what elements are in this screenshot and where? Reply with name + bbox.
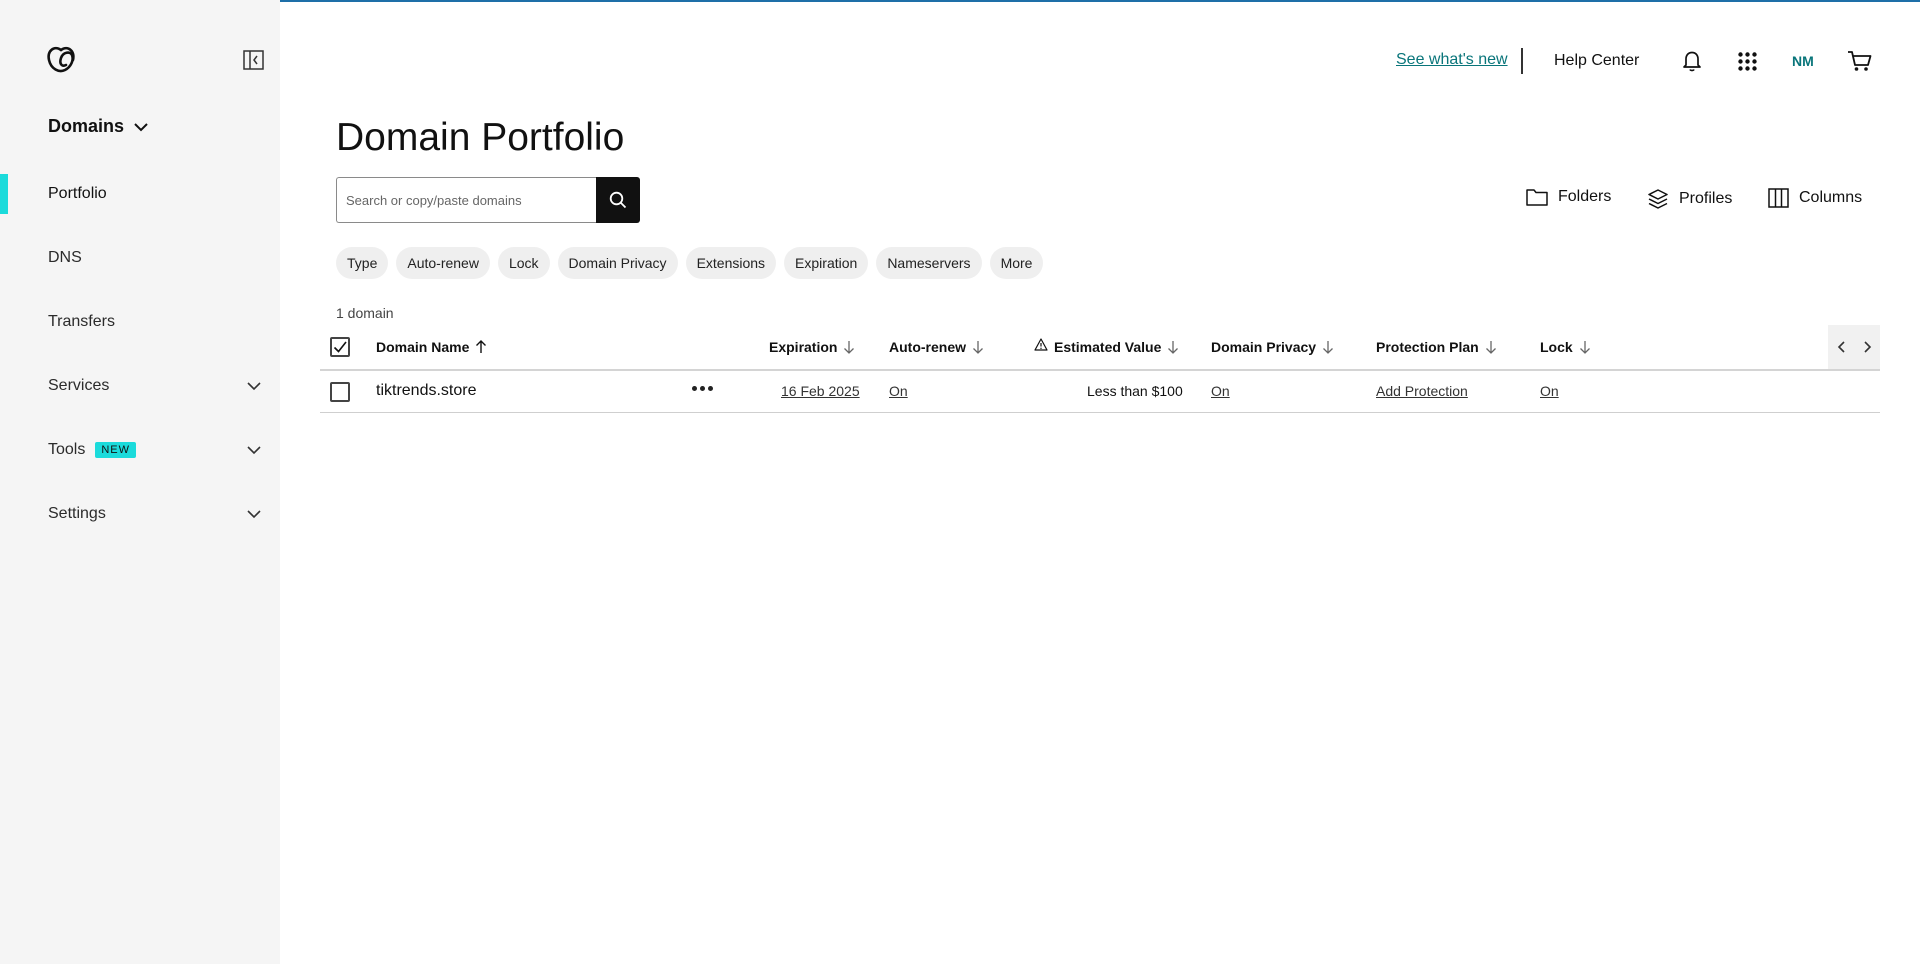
filter-chips: Type Auto-renew Lock Domain Privacy Exte… xyxy=(336,247,1044,279)
bell-icon[interactable] xyxy=(1682,50,1702,72)
folder-icon xyxy=(1526,189,1548,206)
columns-button[interactable]: Columns xyxy=(1768,188,1862,208)
filter-chip-extensions[interactable]: Extensions xyxy=(685,247,777,279)
folders-button[interactable]: Folders xyxy=(1526,188,1611,206)
table-row: tiktrends.store 16 Feb 2025 On Less than… xyxy=(320,372,1880,413)
column-header-label: Expiration xyxy=(769,339,838,355)
whats-new-link[interactable]: See what's new xyxy=(1396,51,1508,69)
chevron-down-icon xyxy=(247,510,261,519)
filter-chip-expiration[interactable]: Expiration xyxy=(784,247,869,279)
sort-desc-icon xyxy=(1579,341,1590,354)
sidebar-item-label: Tools xyxy=(48,441,86,458)
sidebar-item-dns[interactable]: DNS xyxy=(0,238,280,278)
folders-label: Folders xyxy=(1558,188,1612,205)
domains-menu-label: Domains xyxy=(48,116,125,136)
account-avatar[interactable]: NM xyxy=(1792,53,1814,69)
chevron-left-icon xyxy=(1837,341,1845,353)
godaddy-logo[interactable] xyxy=(46,46,76,74)
sidebar-item-transfers[interactable]: Transfers xyxy=(0,302,280,342)
domain-count: 1 domain xyxy=(336,305,394,321)
checkmark-icon xyxy=(333,341,347,353)
sidebar-item-services[interactable]: Services xyxy=(0,366,280,406)
search-input[interactable] xyxy=(336,177,596,223)
more-dot xyxy=(692,386,697,391)
sidebar-item-label: Portfolio xyxy=(48,185,107,202)
column-header-label: Protection Plan xyxy=(1376,339,1479,355)
page-title: Domain Portfolio xyxy=(336,116,625,159)
domain-name-link[interactable]: tiktrends.store xyxy=(376,382,476,400)
filter-chip-lock[interactable]: Lock xyxy=(497,247,550,279)
chevron-down-icon xyxy=(134,122,148,131)
column-header-estimated-value[interactable]: Estimated Value xyxy=(1034,337,1179,355)
domains-menu-toggle[interactable]: Domains xyxy=(48,116,148,137)
column-header-domain-name[interactable]: Domain Name xyxy=(376,339,487,355)
sort-desc-icon xyxy=(1323,341,1334,354)
sidebar-item-label: Services xyxy=(48,377,110,394)
sidebar-item-label: Settings xyxy=(48,505,106,522)
sidebar-item-label: Transfers xyxy=(48,313,115,330)
column-header-label: Lock xyxy=(1540,339,1573,355)
header-divider xyxy=(1521,48,1523,74)
lock-link[interactable]: On xyxy=(1540,383,1559,399)
column-header-label: Estimated Value xyxy=(1054,339,1162,355)
sort-desc-icon xyxy=(1485,341,1496,354)
chevron-down-icon xyxy=(247,446,261,455)
column-header-label: Auto-renew xyxy=(889,339,966,355)
cart-icon[interactable] xyxy=(1847,50,1872,72)
scroll-left-button[interactable] xyxy=(1837,341,1846,353)
search-button[interactable] xyxy=(596,177,640,223)
sidebar: Domains Portfolio DNS Transfers Services… xyxy=(0,0,280,964)
top-progress-line xyxy=(0,0,1920,2)
column-header-domain-privacy[interactable]: Domain Privacy xyxy=(1211,339,1334,355)
filter-chip-nameservers[interactable]: Nameservers xyxy=(876,247,982,279)
filter-chip-domain-privacy[interactable]: Domain Privacy xyxy=(557,247,678,279)
more-dot xyxy=(708,386,713,391)
sort-desc-icon xyxy=(973,341,983,354)
column-header-protection-plan[interactable]: Protection Plan xyxy=(1376,339,1497,355)
sidebar-item-tools[interactable]: Tools NEW xyxy=(0,430,280,470)
help-center-link[interactable]: Help Center xyxy=(1554,52,1639,70)
chevron-right-icon xyxy=(1863,341,1871,353)
filter-chip-type[interactable]: Type xyxy=(336,247,389,279)
column-header-auto-renew[interactable]: Auto-renew xyxy=(889,339,984,355)
new-badge: NEW xyxy=(95,442,137,458)
estimated-value: Less than $100 xyxy=(1087,383,1183,399)
warning-icon xyxy=(1034,337,1048,351)
sidebar-item-settings[interactable]: Settings xyxy=(0,494,280,534)
more-dot xyxy=(700,386,705,391)
column-header-expiration[interactable]: Expiration xyxy=(769,339,855,355)
table-header: Domain Name Expiration Auto-renew Estima… xyxy=(320,325,1880,371)
column-scroll-controls xyxy=(1828,325,1880,369)
row-actions-menu-button[interactable] xyxy=(690,380,715,397)
sort-desc-icon xyxy=(844,341,855,354)
layers-icon xyxy=(1648,189,1668,209)
auto-renew-link[interactable]: On xyxy=(889,383,908,399)
scroll-right-button[interactable] xyxy=(1863,341,1872,353)
profiles-button[interactable]: Profiles xyxy=(1647,188,1732,210)
add-protection-link[interactable]: Add Protection xyxy=(1376,383,1468,399)
domain-privacy-link[interactable]: On xyxy=(1211,383,1230,399)
expiration-date-link[interactable]: 16 Feb 2025 xyxy=(781,383,860,399)
collapse-sidebar-icon[interactable] xyxy=(243,50,264,70)
filter-chip-more[interactable]: More xyxy=(989,247,1044,279)
column-header-label: Domain Privacy xyxy=(1211,339,1317,355)
sort-desc-icon xyxy=(1168,341,1179,354)
search-icon xyxy=(609,191,627,209)
filter-chip-auto-renew[interactable]: Auto-renew xyxy=(396,247,490,279)
row-checkbox[interactable] xyxy=(330,382,350,402)
columns-label: Columns xyxy=(1799,189,1863,206)
column-header-label: Domain Name xyxy=(376,339,470,355)
columns-icon xyxy=(1768,188,1789,208)
sidebar-item-portfolio[interactable]: Portfolio xyxy=(0,174,280,214)
chevron-down-icon xyxy=(247,382,261,391)
column-header-lock[interactable]: Lock xyxy=(1540,339,1591,355)
apps-grid-icon[interactable] xyxy=(1738,52,1757,71)
select-all-checkbox[interactable] xyxy=(330,337,350,357)
profiles-label: Profiles xyxy=(1679,190,1733,207)
sort-asc-icon xyxy=(476,340,487,353)
sidebar-item-label: DNS xyxy=(48,249,82,266)
